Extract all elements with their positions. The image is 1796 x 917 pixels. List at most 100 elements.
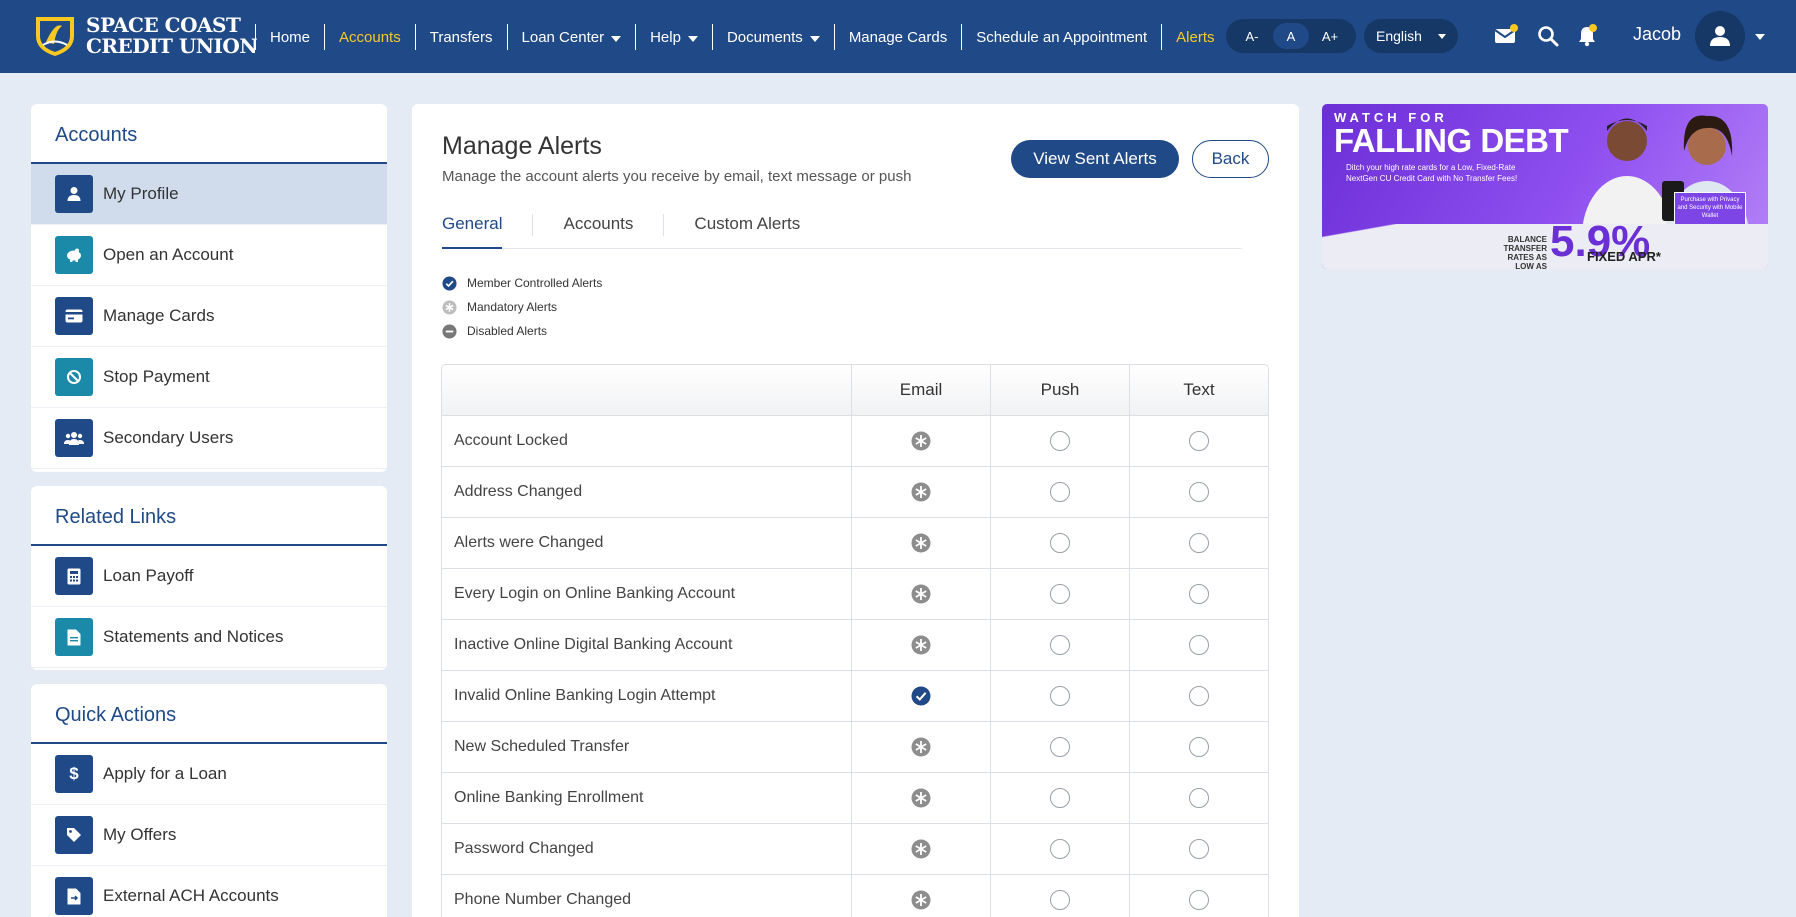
text-radio-button[interactable]: [1189, 635, 1209, 655]
nav-loan-center[interactable]: Loan Center: [506, 24, 636, 50]
push-radio-button[interactable]: [1050, 635, 1070, 655]
email-asterisk-icon: [911, 737, 931, 757]
document-icon: [55, 618, 93, 656]
alert-text-cell: [1129, 671, 1268, 721]
alert-name: Invalid Online Banking Login Attempt: [454, 687, 716, 704]
avatar[interactable]: [1695, 11, 1745, 61]
nav-home[interactable]: Home: [255, 24, 324, 50]
promo-banner[interactable]: WATCH FOR FALLING DEBT Ditch your high r…: [1322, 104, 1768, 269]
sidebar-item-my-offers[interactable]: My Offers: [31, 805, 387, 866]
alert-push-cell: [990, 467, 1129, 517]
alert-push-cell: [990, 620, 1129, 670]
alert-email-cell: [851, 773, 990, 823]
sidebar-item-label: Manage Cards: [103, 306, 215, 325]
sidebar-item-loan-payoff[interactable]: Loan Payoff: [31, 546, 387, 607]
search-icon[interactable]: [1536, 24, 1560, 48]
font-decrease-button[interactable]: A-: [1234, 23, 1270, 49]
sidebar-related-title: Related Links: [31, 486, 387, 546]
sidebar-item-my-profile[interactable]: My Profile: [31, 164, 387, 225]
font-default-button[interactable]: A: [1273, 23, 1309, 49]
email-check-circle-icon[interactable]: [911, 686, 931, 706]
alert-email-cell: [851, 569, 990, 619]
promo-headline: FALLING DEBT: [1334, 122, 1569, 159]
tag-icon: [55, 816, 93, 854]
user-icon: [55, 175, 93, 213]
text-radio-button[interactable]: [1189, 584, 1209, 604]
text-radio-button[interactable]: [1189, 788, 1209, 808]
sidebar-item-label: Open an Account: [103, 245, 234, 264]
alert-push-cell: [990, 875, 1129, 917]
user-menu-chevron-icon[interactable]: [1755, 34, 1765, 40]
push-radio-button[interactable]: [1050, 890, 1070, 910]
push-radio-button[interactable]: [1050, 737, 1070, 757]
alert-email-cell: [851, 722, 990, 772]
table-row: Phone Number Changed: [442, 875, 1268, 917]
sidebar-item-apply-loan[interactable]: $ Apply for a Loan: [31, 744, 387, 805]
credit-card-icon: [55, 297, 93, 335]
ban-icon: [55, 358, 93, 396]
text-radio-button[interactable]: [1189, 482, 1209, 502]
tab-accounts[interactable]: Accounts: [563, 202, 633, 249]
nav-schedule-appointment[interactable]: Schedule an Appointment: [961, 24, 1161, 50]
table-row: Inactive Online Digital Banking Account: [442, 620, 1268, 671]
tab-custom-alerts[interactable]: Custom Alerts: [694, 202, 800, 249]
nav-documents[interactable]: Documents: [711, 24, 834, 50]
alert-email-cell: [851, 875, 990, 917]
dollar-icon: $: [55, 755, 93, 793]
nav-accounts[interactable]: Accounts: [324, 24, 415, 50]
tab-general[interactable]: General: [442, 202, 503, 249]
push-radio-button[interactable]: [1050, 533, 1070, 553]
text-radio-button[interactable]: [1189, 431, 1209, 451]
table-row: Password Changed: [442, 824, 1268, 875]
sidebar-item-label: External ACH Accounts: [103, 886, 279, 905]
user-name[interactable]: Jacob: [1633, 24, 1681, 45]
sidebar-item-open-account[interactable]: Open an Account: [31, 225, 387, 286]
push-radio-button[interactable]: [1050, 839, 1070, 859]
text-radio-button[interactable]: [1189, 686, 1209, 706]
brand-logo[interactable]: SPACE COAST CREDIT UNION: [32, 13, 258, 58]
text-radio-button[interactable]: [1189, 533, 1209, 553]
table-row: Online Banking Enrollment: [442, 773, 1268, 824]
alert-name: New Scheduled Transfer: [454, 738, 630, 755]
alert-text-cell: [1129, 722, 1268, 772]
font-increase-button[interactable]: A+: [1312, 23, 1348, 49]
sidebar-accounts-card: Accounts My Profile Open an Account Mana…: [31, 104, 387, 472]
email-asterisk-icon: [911, 635, 931, 655]
chevron-down-icon: [809, 35, 820, 42]
text-radio-button[interactable]: [1189, 890, 1209, 910]
nav-help[interactable]: Help: [635, 24, 712, 50]
alert-name: Address Changed: [454, 483, 583, 500]
table-row: Every Login on Online Banking Account: [442, 569, 1268, 620]
promo-balance-label: BALANCE TRANSFER RATES AS LOW AS: [1503, 235, 1547, 269]
nav-alerts[interactable]: Alerts: [1161, 24, 1228, 50]
push-radio-button[interactable]: [1050, 482, 1070, 502]
sidebar-item-statements[interactable]: Statements and Notices: [31, 607, 387, 668]
sidebar-item-stop-payment[interactable]: Stop Payment: [31, 347, 387, 408]
nav-transfers[interactable]: Transfers: [414, 24, 507, 50]
back-button[interactable]: Back: [1192, 140, 1269, 178]
sidebar-quick-title: Quick Actions: [31, 684, 387, 744]
alert-text-cell: [1129, 467, 1268, 517]
push-radio-button[interactable]: [1050, 788, 1070, 808]
language-select[interactable]: English: [1364, 19, 1458, 53]
sidebar-item-manage-cards[interactable]: Manage Cards: [31, 286, 387, 347]
sidebar-accounts-title: Accounts: [31, 104, 387, 164]
view-sent-alerts-button[interactable]: View Sent Alerts: [1011, 140, 1179, 178]
brand-line-1: SPACE COAST: [86, 13, 241, 37]
sidebar-item-external-ach[interactable]: External ACH Accounts: [31, 866, 387, 917]
sidebar-item-label: Loan Payoff: [103, 566, 194, 585]
sidebar-quick-actions-card: Quick Actions $ Apply for a Loan My Offe…: [31, 684, 387, 917]
page-subtitle: Manage the account alerts you receive by…: [442, 168, 912, 185]
email-asterisk-icon: [911, 482, 931, 502]
sidebar-item-secondary-users[interactable]: Secondary Users: [31, 408, 387, 469]
check-circle-icon: [442, 275, 457, 291]
text-radio-button[interactable]: [1189, 839, 1209, 859]
push-radio-button[interactable]: [1050, 686, 1070, 706]
alert-push-cell: [990, 824, 1129, 874]
nav-manage-cards[interactable]: Manage Cards: [833, 24, 961, 50]
font-size-control: A- A A+: [1226, 19, 1356, 53]
push-radio-button[interactable]: [1050, 431, 1070, 451]
push-radio-button[interactable]: [1050, 584, 1070, 604]
text-radio-button[interactable]: [1189, 737, 1209, 757]
alert-email-cell: [851, 467, 990, 517]
